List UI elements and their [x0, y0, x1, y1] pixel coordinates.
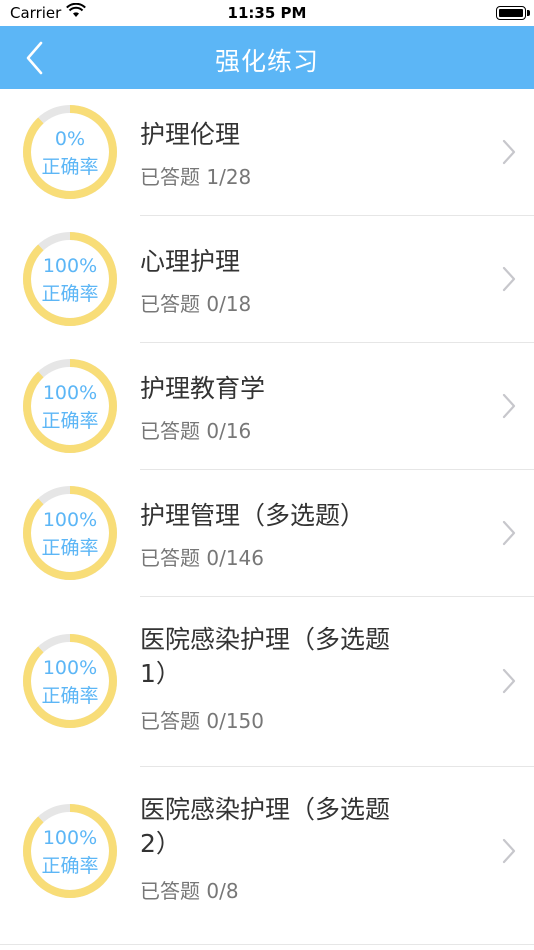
- list-item[interactable]: 100% 正确率 医院感染护理（多选题 1） 已答题 0/150: [0, 597, 534, 767]
- chevron-right-icon: [502, 520, 516, 546]
- accuracy-ring: 100% 正确率: [22, 358, 118, 454]
- item-title-line: 护理管理（多选题）: [140, 501, 366, 530]
- accuracy-percent: 100%: [42, 657, 98, 679]
- clock: 11:35 PM: [227, 4, 307, 22]
- accuracy-label: 正确率: [41, 855, 99, 877]
- accuracy-label: 正确率: [41, 685, 99, 707]
- item-title-line: 医院感染护理（多选题: [140, 625, 391, 654]
- battery-icon: [496, 6, 530, 20]
- nav-bar: 强化练习: [0, 26, 534, 89]
- item-title: 医院感染护理（多选题 2）: [140, 793, 440, 861]
- page-title: 强化练习: [214, 47, 319, 76]
- list-item[interactable]: 0% 正确率 护理伦理已答题 1/28: [0, 89, 534, 216]
- accuracy-ring: 100% 正确率: [22, 633, 118, 729]
- accuracy-ring: 0% 正确率: [22, 104, 118, 200]
- accuracy-label: 正确率: [41, 156, 99, 178]
- list-item[interactable]: 100% 正确率 护理教育学已答题 0/16: [0, 343, 534, 470]
- accuracy-percent: 100%: [42, 255, 98, 277]
- chevron-right-icon: [502, 668, 516, 694]
- item-title-line: 医院感染护理（多选题: [140, 795, 391, 824]
- answered-count: 已答题 0/8: [140, 879, 239, 903]
- accuracy-ring: 100% 正确率: [22, 485, 118, 581]
- accuracy-label: 正确率: [41, 537, 99, 559]
- accuracy-label: 正确率: [41, 410, 99, 432]
- chevron-right-icon: [502, 139, 516, 165]
- answered-count: 已答题 0/16: [140, 419, 252, 443]
- item-title: 心理护理: [140, 245, 440, 279]
- item-title-line: 2）: [140, 829, 181, 858]
- divider: [0, 944, 534, 945]
- accuracy-percent: 0%: [54, 128, 86, 150]
- item-title-line: 护理教育学: [140, 374, 266, 403]
- answered-count: 已答题 1/28: [140, 165, 252, 189]
- list-item[interactable]: 100% 正确率 医院感染护理（多选题 2） 已答题 0/8: [0, 767, 534, 937]
- accuracy-percent: 100%: [42, 509, 98, 531]
- answered-count: 已答题 0/150: [140, 709, 264, 733]
- answered-count: 已答题 0/146: [140, 546, 264, 570]
- list-item[interactable]: 100% 正确率 心理护理已答题 0/18: [0, 216, 534, 343]
- item-title-line: 心理护理: [140, 247, 241, 276]
- item-title: 护理管理（多选题）: [140, 499, 440, 533]
- accuracy-ring: 100% 正确率: [22, 231, 118, 327]
- item-title: 医院感染护理（多选题 1）: [140, 623, 440, 691]
- list-item[interactable]: 100% 正确率 护理管理（多选题） 已答题 0/146: [0, 470, 534, 597]
- item-title-line: 1）: [140, 659, 181, 688]
- chevron-right-icon: [502, 393, 516, 419]
- status-bar: Carrier 11:35 PM: [0, 0, 534, 26]
- accuracy-ring: 100% 正确率: [22, 803, 118, 899]
- item-title: 护理伦理: [140, 118, 440, 152]
- item-title: 护理教育学: [140, 372, 440, 406]
- chevron-right-icon: [502, 266, 516, 292]
- chevron-right-icon: [502, 838, 516, 864]
- item-title-line: 护理伦理: [140, 120, 241, 149]
- accuracy-percent: 100%: [42, 827, 98, 849]
- accuracy-label: 正确率: [41, 283, 99, 305]
- accuracy-percent: 100%: [42, 382, 98, 404]
- answered-count: 已答题 0/18: [140, 292, 252, 316]
